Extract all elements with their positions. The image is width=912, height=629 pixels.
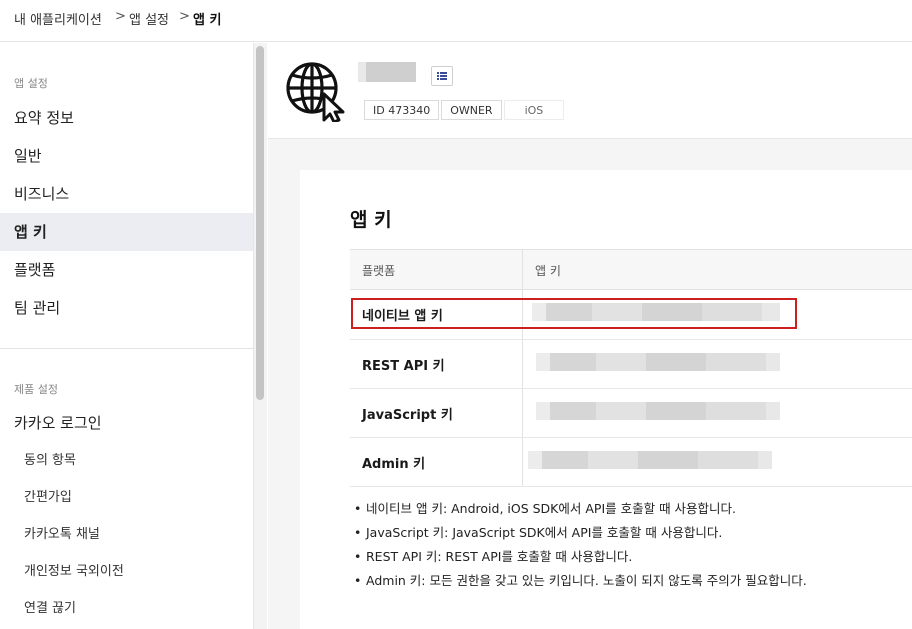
app-platform-tag: iOS [503, 100, 565, 120]
app-id-tag: ID 473340 [364, 100, 440, 120]
breadcrumb: 내 애플리케이션 > 앱 설정 > 앱 키 [0, 0, 912, 42]
sidebar-item-kakao-login[interactable]: 카카오 로그인 [0, 404, 253, 442]
sidebar-subitem-overseas-transfer[interactable]: 개인정보 국외이전 [0, 553, 253, 590]
row-label-admin-key: Admin 키 [362, 457, 426, 472]
page-title: 앱 키 [350, 209, 392, 231]
list-icon [437, 72, 447, 80]
sidebar-item-team[interactable]: 팀 관리 [0, 289, 253, 327]
notes-list: • 네이티브 앱 키: Android, iOS SDK에서 API를 호출할 때… [354, 500, 807, 596]
table-row-divider [350, 437, 912, 438]
list-item: • JavaScript 키: JavaScript SDK에서 API를 호출할… [354, 525, 723, 540]
column-header-app-key: 앱 키 [535, 264, 561, 278]
breadcrumb-separator: > [179, 9, 190, 24]
table-row-divider [350, 388, 912, 389]
sidebar-item-summary[interactable]: 요약 정보 [0, 99, 253, 137]
breadcrumb-my-applications[interactable]: 내 애플리케이션 [14, 9, 102, 28]
sidebar-item-app-keys[interactable]: 앱 키 [0, 213, 253, 251]
sidebar-scrollbar-thumb[interactable] [256, 46, 264, 400]
sidebar-divider [0, 348, 253, 349]
rest-api-key-value-redacted[interactable] [536, 353, 780, 371]
column-divider [522, 249, 523, 486]
column-header-platform: 플랫폼 [362, 264, 396, 278]
breadcrumb-app-settings[interactable]: 앱 설정 [129, 9, 169, 28]
sidebar-item-general[interactable]: 일반 [0, 137, 253, 175]
javascript-key-value-redacted[interactable] [536, 402, 780, 420]
sidebar-section-product-settings: 제품 설정 [14, 383, 58, 396]
admin-key-value-redacted[interactable] [528, 451, 772, 469]
sidebar-subitem-simple-signup[interactable]: 간편가입 [0, 479, 253, 516]
app-name-redacted [358, 62, 416, 82]
row-label-rest-api-key: REST API 키 [362, 359, 445, 374]
row-label-javascript-key: JavaScript 키 [362, 408, 453, 423]
sidebar-section-app-settings: 앱 설정 [14, 77, 48, 90]
app-header [268, 43, 912, 139]
breadcrumb-separator: > [115, 9, 126, 24]
sidebar-subitem-kakaotalk-channel[interactable]: 카카오톡 채널 [0, 516, 253, 553]
sidebar: 앱 설정 요약 정보 일반 비즈니스 앱 키 플랫폼 팀 관리 제품 설정 카카… [0, 43, 253, 629]
table-row-divider [350, 339, 912, 340]
sidebar-subitem-unlink[interactable]: 연결 끊기 [0, 590, 253, 627]
sidebar-item-business[interactable]: 비즈니스 [0, 175, 253, 213]
native-key-highlight [351, 298, 797, 329]
list-item: • REST API 키: REST API를 호출할 때 사용합니다. [354, 549, 633, 564]
globe-cursor-icon [284, 58, 348, 124]
list-item: • Admin 키: 모든 권한을 갖고 있는 키입니다. 노출이 되지 않도록 … [354, 573, 807, 588]
list-item: • 네이티브 앱 키: Android, iOS SDK에서 API를 호출할 때… [354, 501, 737, 516]
app-meta-tags: ID 473340 OWNER iOS [364, 100, 566, 120]
table-bottom-border [350, 486, 912, 487]
app-menu-button[interactable] [431, 66, 453, 86]
keys-table-header: 플랫폼 앱 키 [350, 249, 912, 290]
sidebar-subitem-consent[interactable]: 동의 항목 [0, 442, 253, 479]
sidebar-item-platform[interactable]: 플랫폼 [0, 251, 253, 289]
app-role-tag: OWNER [441, 100, 502, 120]
breadcrumb-app-keys: 앱 키 [193, 13, 222, 28]
